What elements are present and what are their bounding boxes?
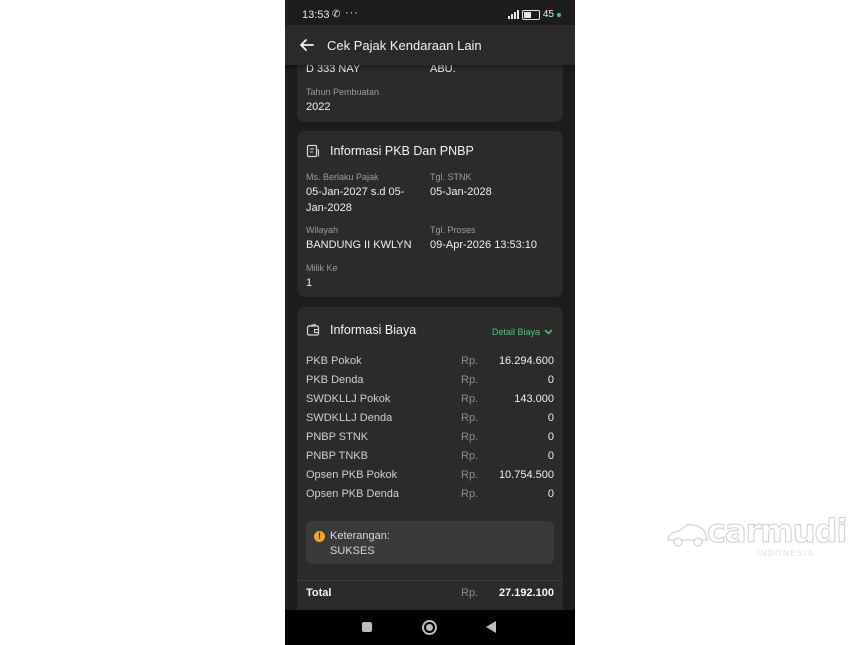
nav-back-icon[interactable] — [486, 621, 496, 633]
fee-amount: 0 — [547, 374, 554, 386]
tax-period-line2: Jan-2028 — [306, 202, 352, 214]
fee-currency: Rp. — [461, 374, 479, 386]
region-label: Wilayah — [306, 225, 339, 235]
owner-value: 1 — [306, 277, 313, 289]
pkb-card-header: Informasi PKB Dan PNBP — [306, 144, 474, 158]
fee-row: PKB Pokok Rp. 16.294.600 — [306, 355, 554, 371]
app-bar: Cek Pajak Kendaraan Lain — [285, 25, 575, 65]
fee-row: PKB Denda Rp. 0 — [306, 374, 554, 390]
privacy-indicator-icon — [557, 12, 561, 17]
fee-amount: 16.294.600 — [498, 355, 554, 367]
total-label: Total — [306, 587, 332, 599]
owner-label: Milik Ke — [306, 263, 338, 273]
fee-currency: Rp. — [461, 469, 479, 481]
fee-amount: 0 — [547, 450, 554, 462]
tax-period-label: Ms. Berlaku Pajak — [306, 172, 379, 182]
page-title: Cek Pajak Kendaraan Lain — [327, 37, 482, 53]
fee-info-card: Informasi Biaya Detail Biaya PKB Pokok R… — [297, 307, 563, 580]
fee-row: PNBP TNKB Rp. 0 — [306, 450, 554, 466]
detail-fee-toggle[interactable]: Detail Biaya — [492, 327, 553, 337]
total-currency: Rp. — [461, 587, 479, 599]
fee-row: Opsen PKB Denda Rp. 0 — [306, 488, 554, 504]
year-label: Tahun Pembuatan — [306, 87, 380, 97]
detail-fee-label: Detail Biaya — [491, 327, 540, 337]
fee-name: SWDKLLJ Denda — [306, 412, 393, 424]
fee-name: Opsen PKB Denda — [306, 488, 399, 500]
stnk-date-value: 05-Jan-2028 — [430, 186, 492, 198]
fee-amount: 10.754.500 — [498, 469, 554, 481]
total-value: 27.192.100 — [498, 587, 554, 599]
fee-name: PKB Denda — [306, 374, 364, 386]
fee-name: SWDKLLJ Pokok — [306, 393, 391, 405]
home-icon[interactable] — [422, 620, 437, 635]
battery-level: 45 — [542, 9, 554, 20]
fee-currency: Rp. — [461, 355, 479, 367]
total-bar: Total Rp. 27.192.100 — [297, 580, 563, 610]
fee-row: SWDKLLJ Denda Rp. 0 — [306, 412, 554, 428]
system-nav-bar — [285, 610, 575, 645]
fee-row: PNBP STNK Rp. 0 — [306, 431, 554, 447]
fee-card-title: Informasi Biaya — [330, 323, 417, 337]
battery-icon — [521, 9, 540, 20]
watermark-sub: INDONESIA — [757, 549, 815, 558]
status-right: 45 — [507, 9, 561, 20]
status-note: ! Keterangan: SUKSES — [306, 521, 554, 564]
fee-row: SWDKLLJ Pokok Rp. 143.000 — [306, 393, 554, 409]
fee-name: PNBP TNKB — [306, 450, 368, 462]
note-value: SUKSES — [330, 545, 375, 557]
year-value: 2022 — [306, 101, 331, 113]
region-value: BANDUNG II KWLYN — [306, 239, 412, 251]
pkb-info-card: Informasi PKB Dan PNBP Ms. Berlaku Pajak… — [297, 131, 563, 297]
tax-period-line1: 05-Jan-2027 s.d 05- — [306, 186, 405, 198]
fee-amount: 0 — [547, 431, 554, 443]
status-time: 13:53 — [302, 9, 330, 21]
fee-currency: Rp. — [461, 412, 479, 424]
car-logo-icon — [667, 524, 708, 547]
fee-amount: 0 — [547, 488, 554, 500]
fee-amount: 143.000 — [514, 393, 554, 405]
wallet-icon — [306, 323, 320, 336]
tax-document-icon — [306, 144, 320, 158]
watermark-brand: carmudi — [706, 512, 847, 551]
fee-name: Opsen PKB Pokok — [306, 469, 398, 481]
fee-currency: Rp. — [461, 393, 479, 405]
signal-icon — [507, 10, 519, 19]
fee-currency: Rp. — [461, 431, 479, 443]
more-notifications-icon: ··· — [345, 7, 359, 19]
pkb-card-title: Informasi PKB Dan PNBP — [330, 144, 474, 158]
recent-apps-icon[interactable] — [362, 622, 372, 632]
watermark: carmudi INDONESIA — [665, 512, 848, 564]
process-date-value: 09-Apr-2026 13:53:10 — [430, 239, 538, 251]
fee-card-header: Informasi Biaya — [306, 323, 416, 337]
fee-currency: Rp. — [461, 450, 479, 462]
fee-row: Opsen PKB Pokok Rp. 10.754.500 — [306, 469, 554, 485]
phone-screen: 13:53 ✆ ··· 45 Cek Pajak Kendaraan Lain … — [285, 0, 575, 645]
back-arrow-icon[interactable] — [297, 35, 317, 55]
process-date-label: Tgl. Proses — [430, 225, 476, 235]
note-label: Keterangan: — [330, 530, 390, 542]
info-icon: ! — [314, 531, 325, 542]
status-bar: 13:53 ✆ ··· 45 — [285, 0, 575, 28]
fee-name: PNBP STNK — [306, 431, 369, 443]
fee-amount: 0 — [547, 412, 554, 424]
whatsapp-icon: ✆ — [332, 9, 341, 20]
chevron-down-icon — [544, 329, 553, 335]
stnk-date-label: Tgl. STNK — [430, 172, 472, 182]
fee-currency: Rp. — [461, 488, 479, 500]
fee-name: PKB Pokok — [306, 355, 362, 367]
